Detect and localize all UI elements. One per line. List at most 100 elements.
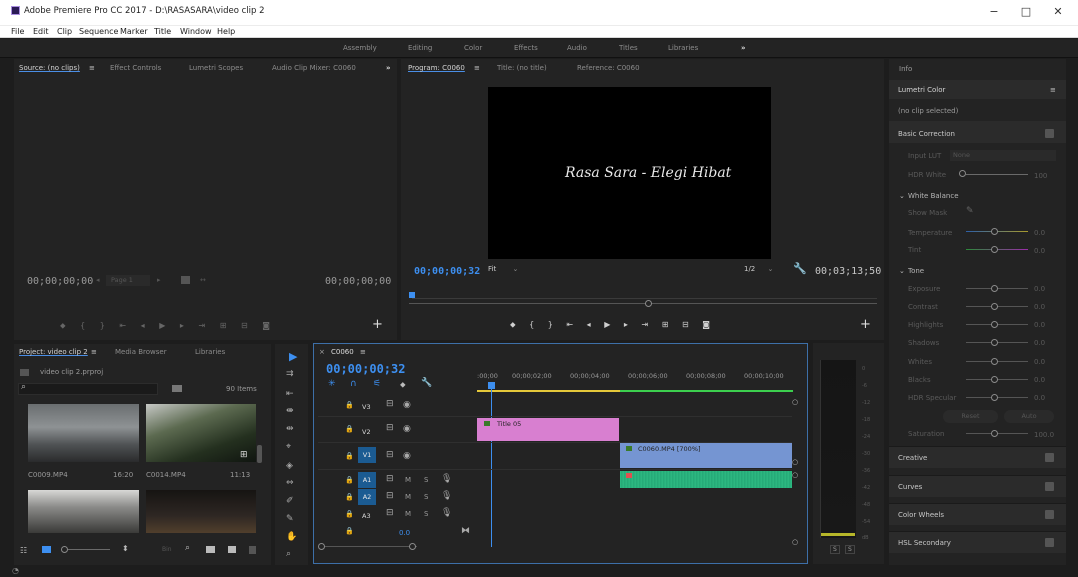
tab-source[interactable]: Source: (no clips) bbox=[19, 64, 80, 72]
menu-window[interactable]: Window bbox=[180, 27, 212, 36]
project-menu-icon[interactable]: ≡ bbox=[91, 348, 97, 356]
a3-sync-icon[interactable]: ⊟ bbox=[386, 508, 394, 518]
hand-tool-icon[interactable]: ✋ bbox=[286, 532, 297, 542]
source-insert-icon[interactable] bbox=[181, 276, 190, 284]
tint-knob[interactable] bbox=[991, 246, 998, 253]
highlights-value[interactable]: 0.0 bbox=[1034, 321, 1045, 329]
workspace-libraries[interactable]: Libraries bbox=[668, 44, 698, 52]
source-page-nav-right[interactable]: ▸ bbox=[157, 276, 161, 284]
source-timecode-in[interactable]: 00;00;00;00 bbox=[27, 276, 93, 287]
program-zoom-bar[interactable] bbox=[409, 303, 877, 304]
v1-lock-icon[interactable]: 🔒 bbox=[345, 452, 354, 460]
menu-file[interactable]: File bbox=[11, 27, 24, 36]
source-drag-icon[interactable]: ↔ bbox=[200, 276, 206, 284]
exposure-value[interactable]: 0.0 bbox=[1034, 285, 1045, 293]
rolling-edit-tool-icon[interactable]: ⇼ bbox=[286, 406, 294, 416]
timeline-sequence-tab[interactable]: C0060 bbox=[331, 348, 354, 356]
blacks-knob[interactable] bbox=[991, 376, 998, 383]
temperature-knob[interactable] bbox=[991, 228, 998, 235]
tab-audio-clip-mixer[interactable]: Audio Clip Mixer: C0060 bbox=[272, 64, 356, 72]
tab-effect-controls[interactable]: Effect Controls bbox=[110, 64, 161, 72]
source-page-nav-left[interactable]: ◂ bbox=[96, 276, 100, 284]
program-time-ruler[interactable] bbox=[412, 298, 877, 299]
lumetri-title[interactable]: Lumetri Color bbox=[898, 86, 945, 94]
curves-checkbox[interactable] bbox=[1045, 482, 1054, 491]
list-view-icon[interactable]: ☷ bbox=[20, 546, 27, 555]
find-icon[interactable]: ⌕ bbox=[185, 543, 190, 553]
tab-reference[interactable]: Reference: C0060 bbox=[577, 64, 640, 72]
v3-sync-icon[interactable]: ⊟ bbox=[386, 399, 394, 409]
sort-icon[interactable]: ⬍ bbox=[122, 544, 129, 553]
blacks-value[interactable]: 0.0 bbox=[1034, 376, 1045, 384]
close-window-button[interactable]: ✕ bbox=[1048, 4, 1068, 20]
white-balance-label[interactable]: White Balance bbox=[908, 192, 959, 200]
meter-solo-right[interactable]: S bbox=[845, 545, 855, 554]
auto-button[interactable]: Auto bbox=[1004, 410, 1054, 423]
pen-tool-icon[interactable]: ✐ bbox=[286, 496, 294, 506]
a2-mute-button[interactable]: M bbox=[405, 493, 411, 501]
hdr-specular-value[interactable]: 0.0 bbox=[1034, 394, 1045, 402]
program-add-button-icon[interactable]: + bbox=[860, 317, 871, 332]
v2-eye-icon[interactable]: ◉ bbox=[403, 424, 411, 434]
source-transport-controls[interactable]: ⬥ { } ⇤ ◂ ▶ ▸ ⇥ ⊞ ⊟ ◙ bbox=[60, 321, 380, 333]
program-menu-icon[interactable]: ≡ bbox=[474, 64, 480, 72]
clip-thumbnail-c0009[interactable] bbox=[28, 404, 139, 462]
menu-sequence[interactable]: Sequence bbox=[79, 27, 118, 36]
new-bin-icon[interactable] bbox=[172, 385, 182, 392]
tab-info[interactable]: Info bbox=[899, 65, 912, 73]
workspace-effects[interactable]: Effects bbox=[514, 44, 538, 52]
lumetri-menu-icon[interactable]: ≡ bbox=[1050, 86, 1056, 94]
workspace-titles[interactable]: Titles bbox=[619, 44, 638, 52]
tab-project[interactable]: Project: video clip 2 bbox=[19, 348, 88, 356]
hdr-white-value[interactable]: 100 bbox=[1034, 172, 1047, 180]
highlights-knob[interactable] bbox=[991, 321, 998, 328]
timeline-zoom-bar[interactable] bbox=[322, 546, 417, 547]
eyedropper-icon[interactable]: ✎ bbox=[966, 206, 974, 216]
source-menu-icon[interactable]: ≡ bbox=[89, 64, 95, 72]
menu-edit[interactable]: Edit bbox=[33, 27, 49, 36]
program-timecode[interactable]: 00;00;00;32 bbox=[414, 266, 480, 277]
source-tabs-overflow[interactable]: » bbox=[386, 64, 391, 72]
whites-value[interactable]: 0.0 bbox=[1034, 358, 1045, 366]
saturation-value[interactable]: 100.0 bbox=[1034, 431, 1054, 439]
track-a3-label[interactable]: A3 bbox=[362, 512, 371, 520]
track-v2-label[interactable]: V2 bbox=[362, 428, 371, 436]
track-scroll-knob-audio[interactable]: ○ bbox=[792, 471, 798, 479]
project-search-input[interactable] bbox=[18, 383, 158, 395]
timeline-clip-audio[interactable] bbox=[620, 471, 792, 488]
timeline-menu-icon[interactable]: ≡ bbox=[360, 348, 366, 356]
workspace-editing[interactable]: Editing bbox=[408, 44, 432, 52]
track-a1-label[interactable]: A1 bbox=[358, 472, 376, 488]
tint-value[interactable]: 0.0 bbox=[1034, 247, 1045, 255]
a1-solo-button[interactable]: S bbox=[424, 476, 428, 484]
tone-chevron-icon[interactable]: ⌄ bbox=[899, 267, 905, 275]
timeline-playhead-handle[interactable] bbox=[488, 382, 495, 389]
v3-eye-icon[interactable]: ◉ bbox=[403, 400, 411, 410]
workspace-audio[interactable]: Audio bbox=[567, 44, 587, 52]
slide-tool-icon[interactable]: ⇔ bbox=[286, 478, 294, 488]
program-zoom-handle[interactable] bbox=[645, 300, 652, 307]
ripple-edit-tool-icon[interactable]: ⇤ bbox=[286, 389, 294, 399]
a1-lock-icon[interactable]: 🔒 bbox=[345, 476, 354, 484]
timeline-zoom-left[interactable] bbox=[318, 543, 325, 550]
zoom-tool-icon[interactable]: ⌕ bbox=[286, 549, 291, 559]
master-end-icon[interactable]: ⧓ bbox=[461, 526, 470, 536]
thumbnail-zoom-slider[interactable] bbox=[68, 549, 110, 550]
a3-mute-button[interactable]: M bbox=[405, 510, 411, 518]
wrench-icon[interactable]: 🔧 bbox=[793, 262, 807, 275]
thumbnail-zoom-handle[interactable] bbox=[61, 546, 68, 553]
contrast-value[interactable]: 0.0 bbox=[1034, 303, 1045, 311]
clip-thumbnail-4[interactable] bbox=[146, 490, 256, 533]
menu-marker[interactable]: Marker bbox=[120, 27, 148, 36]
source-page-select[interactable]: Page 1 bbox=[106, 275, 150, 286]
temperature-value[interactable]: 0.0 bbox=[1034, 229, 1045, 237]
reset-button[interactable]: Reset bbox=[943, 410, 998, 423]
tab-lumetri-scopes[interactable]: Lumetri Scopes bbox=[189, 64, 243, 72]
workspaces-overflow[interactable]: » bbox=[741, 44, 746, 52]
hdr-specular-knob[interactable] bbox=[991, 394, 998, 401]
trash-icon[interactable] bbox=[249, 546, 256, 554]
icon-view-icon[interactable] bbox=[42, 546, 51, 553]
track-scroll-knob-mid[interactable]: ○ bbox=[792, 458, 798, 466]
timeline-settings-icon[interactable]: 🔧 bbox=[421, 378, 432, 388]
nest-icon[interactable]: ✳ bbox=[328, 379, 336, 389]
